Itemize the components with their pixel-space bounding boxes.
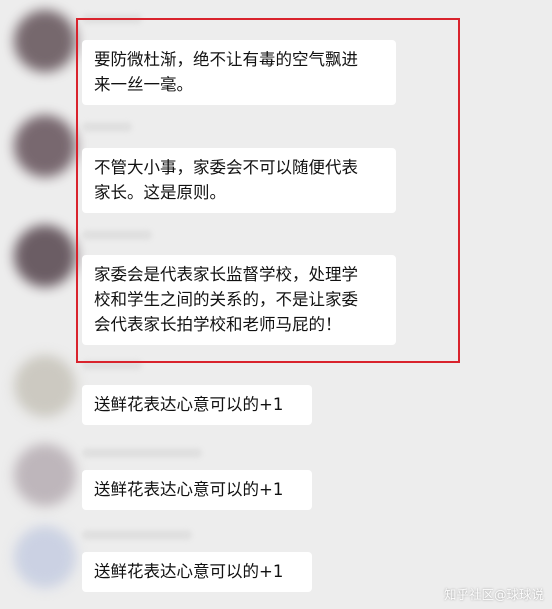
sender-name-blurred	[82, 360, 142, 370]
avatar[interactable]	[14, 355, 76, 417]
sender-name-blurred	[82, 448, 202, 458]
watermark: 知乎社区@球球说	[443, 587, 544, 602]
avatar[interactable]	[14, 10, 76, 72]
message-bubble[interactable]: 送鲜花表达心意可以的+1	[82, 385, 312, 425]
message-bubble[interactable]: 送鲜花表达心意可以的+1	[82, 470, 312, 510]
sender-name-blurred	[82, 122, 132, 132]
sender-name-blurred	[82, 230, 152, 240]
avatar[interactable]	[14, 526, 76, 588]
message-bubble[interactable]: 家委会是代表家长监督学校，处理学 校和学生之间的关系的，不是让家委 会代表家长拍…	[82, 255, 396, 345]
avatar[interactable]	[14, 225, 76, 287]
sender-name-blurred	[82, 530, 192, 540]
message-bubble[interactable]: 送鲜花表达心意可以的+1	[82, 552, 312, 592]
message-bubble[interactable]: 不管大小事，家委会不可以随便代表 家长。这是原则。	[82, 148, 396, 213]
sender-name-blurred	[82, 14, 142, 24]
message-bubble[interactable]: 要防微杜渐，绝不让有毒的空气飘进 来一丝一毫。	[82, 40, 396, 105]
avatar[interactable]	[14, 444, 76, 506]
avatar[interactable]	[14, 115, 76, 177]
